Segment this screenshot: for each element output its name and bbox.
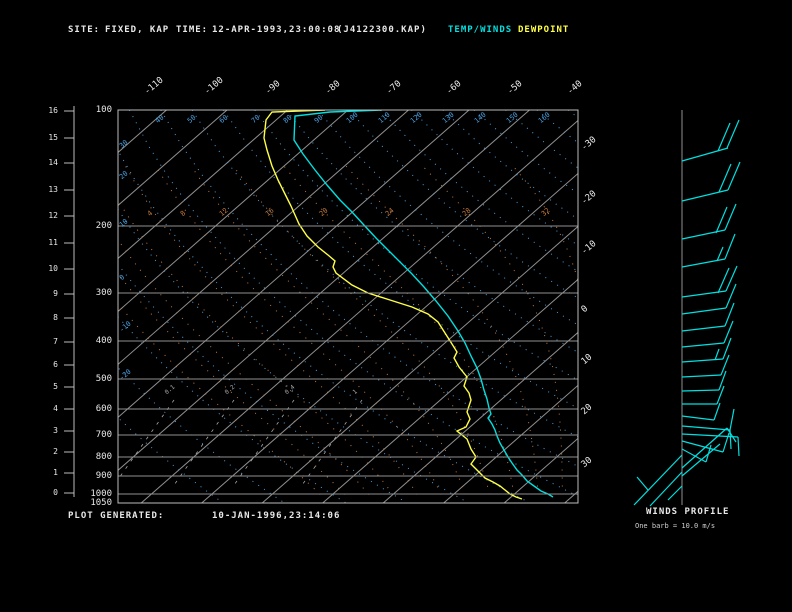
height-label: 5 [53, 382, 58, 391]
height-label: 6 [53, 360, 58, 369]
pressure-label: 100 [95, 105, 112, 115]
pressure-label: 400 [95, 336, 112, 346]
height-label: 12 [48, 211, 58, 220]
height-label: 2 [53, 447, 58, 456]
pressure-label: 300 [95, 288, 112, 298]
height-label: 4 [53, 404, 58, 413]
height-label: 8 [53, 313, 58, 322]
pressure-label: 700 [95, 430, 112, 440]
pressure-label: 600 [95, 404, 112, 414]
height-label: 14 [48, 158, 58, 167]
height-label: 9 [53, 289, 58, 298]
pressure-label: 500 [95, 374, 112, 384]
height-label: 13 [48, 185, 58, 194]
height-label: 1 [53, 468, 58, 477]
skewt-screen: SITE: FIXED, KAP TIME: 12-APR-1993,23:00… [0, 0, 792, 612]
height-label: 3 [53, 426, 58, 435]
height-label: 16 [48, 106, 58, 115]
height-label: 7 [53, 337, 58, 346]
height-label: 0 [53, 488, 58, 497]
pressure-label: 1050 [90, 498, 112, 508]
pressure-label: 200 [95, 221, 112, 231]
height-label: 15 [48, 133, 58, 142]
height-label: 11 [48, 238, 58, 247]
pressure-label: 800 [95, 452, 112, 462]
height-label: 10 [48, 264, 58, 273]
pressure-label: 900 [95, 471, 112, 481]
